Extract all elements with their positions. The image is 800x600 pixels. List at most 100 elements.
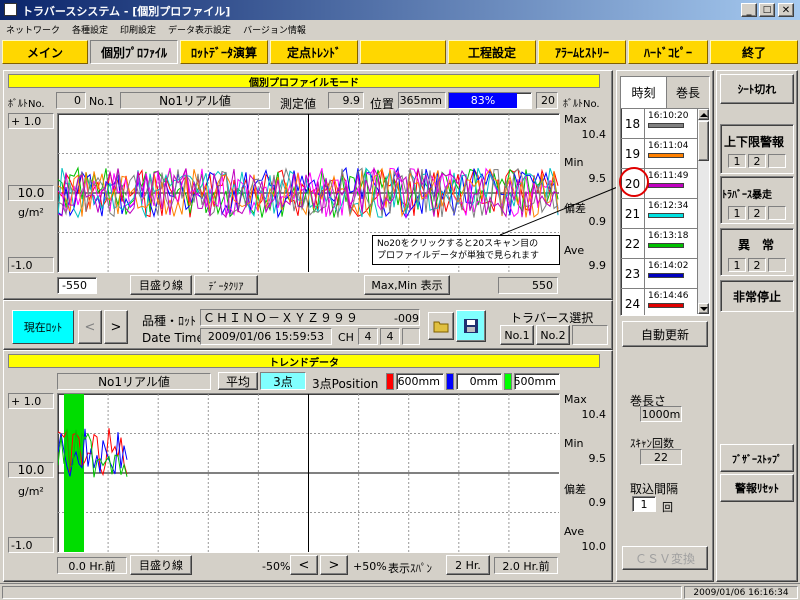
three-point-button[interactable]: 3点 <box>260 372 306 390</box>
auto-update-button[interactable]: 自動更新 <box>622 321 708 347</box>
interval-label: 取込間隔 <box>630 482 679 496</box>
scan-number: 24 <box>621 289 645 315</box>
bolt-left-value: 0 <box>56 92 86 109</box>
profile-scale-button[interactable]: 目盛り線 <box>130 275 192 295</box>
open-folder-button[interactable] <box>428 312 454 340</box>
trend-unit: g/m² <box>18 485 44 498</box>
trend-minus-label: -50% <box>262 560 291 573</box>
scan-20-highlight <box>619 167 649 197</box>
pos3-value[interactable]: 500mm <box>514 373 560 390</box>
nav-profile[interactable]: 個別ﾌﾟﾛﾌｧｲﾙ <box>90 40 178 64</box>
meas-label: 測定値 <box>280 97 317 111</box>
sheet-break-button[interactable]: ｼｰﾄ切れ <box>720 74 794 104</box>
runaway-label: ﾄﾗﾊﾞｰｽ暴走 <box>722 190 772 201</box>
traverse-no2-button[interactable]: No.2 <box>536 325 570 345</box>
scan-time: 16:14:46 <box>645 289 697 315</box>
menu-version[interactable]: バージョン情報 <box>243 23 306 36</box>
trend-current-band <box>64 394 84 552</box>
scan-scrollbar[interactable] <box>697 109 709 314</box>
three-point-position-label: 3点Position <box>312 377 379 391</box>
scroll-down-arrow[interactable] <box>698 303 709 314</box>
close-button[interactable]: ✕ <box>778 3 794 17</box>
trend-scale-button[interactable]: 目盛り線 <box>130 555 192 575</box>
scan-row[interactable]: 18 16:10:20 <box>621 109 697 139</box>
nav-exit[interactable]: 終了 <box>710 40 798 64</box>
current-lot-button[interactable]: 現在ﾛｯﾄ <box>12 310 74 344</box>
scan-row[interactable]: 23 16:14:02 <box>621 259 697 289</box>
product-label: 品種・ﾛｯﾄ <box>142 314 197 328</box>
app-icon <box>4 3 17 16</box>
runaway-2: 2 <box>748 206 766 220</box>
profile-unit: g/m² <box>18 206 44 219</box>
span-value-button[interactable]: 2 Hr. <box>446 555 490 575</box>
scan-number: 21 <box>621 199 645 228</box>
datetime-value: 2009/01/06 15:59:53 <box>200 328 332 345</box>
ch-value-3 <box>402 328 420 345</box>
minimize-button[interactable]: _ <box>741 3 757 17</box>
nav-blank[interactable] <box>360 40 446 64</box>
scan-time-text: 16:13:18 <box>648 231 689 241</box>
nav-lot-calc[interactable]: ﾛｯﾄﾃﾞｰﾀ演算 <box>180 40 268 64</box>
scroll-up-arrow[interactable] <box>698 109 709 120</box>
trend-right-button[interactable]: > <box>320 555 348 575</box>
menu-network[interactable]: ネットワーク <box>6 23 60 36</box>
limit-alarm-1: 1 <box>728 154 746 168</box>
status-datetime: 2009/01/06 16:16:34 <box>684 586 798 599</box>
nav-hardcopy[interactable]: ﾊｰﾄﾞｺﾋﾟｰ <box>628 40 708 64</box>
trend-left-button[interactable]: < <box>290 555 318 575</box>
scan-row[interactable]: 21 16:12:34 <box>621 199 697 229</box>
menu-print[interactable]: 印刷設定 <box>120 23 156 36</box>
next-lot-button[interactable]: > <box>104 310 128 344</box>
scroll-thumb[interactable] <box>698 121 709 161</box>
trend-x-right: 2.0 Hr.前 <box>494 557 558 574</box>
profile-min-label: Min <box>564 156 584 169</box>
bolt-left-label: ﾎﾞﾙﾄNo. <box>8 99 45 110</box>
interval-input[interactable]: 1 <box>632 496 656 512</box>
traverse-no1-button[interactable]: No.1 <box>500 325 534 345</box>
tab-time[interactable]: 時刻 <box>621 77 667 108</box>
traverse-select-label: トラバース選択 <box>510 311 594 325</box>
pos-label: 位置 <box>370 97 395 111</box>
interval-unit: 回 <box>662 501 673 514</box>
alarm-reset-button[interactable]: 警報ﾘｾｯﾄ <box>720 474 794 502</box>
average-button[interactable]: 平均 <box>218 372 258 390</box>
pos2-value[interactable]: 0mm <box>456 373 502 390</box>
save-button[interactable] <box>456 310 486 342</box>
menu-settings[interactable]: 各種設定 <box>72 23 108 36</box>
product-value: ＣＨＩＮＯ－ＸＹＺ９９９ <box>200 309 420 326</box>
prev-lot-button[interactable]: < <box>78 310 102 344</box>
trend-channel-name: No1リアル値 <box>57 373 211 390</box>
bolt-right-label: ﾎﾞﾙﾄNo. <box>563 99 600 110</box>
abnormal-2: 2 <box>748 258 766 272</box>
pos1-value[interactable]: -600mm <box>396 373 444 390</box>
nav-process-setup[interactable]: 工程設定 <box>448 40 536 64</box>
meas-value: 9.9 <box>328 92 364 109</box>
scan-time: 16:12:34 <box>645 199 697 228</box>
folder-icon <box>433 321 449 333</box>
nav-main[interactable]: メイン <box>2 40 88 64</box>
scan-row[interactable]: 22 16:13:18 <box>621 229 697 259</box>
csv-convert-button[interactable]: ＣＳＶ変換 <box>622 546 708 570</box>
scan-progress-text: 83% <box>470 94 496 107</box>
data-clear-button[interactable]: ﾃﾞｰﾀｸﾘｱ <box>194 275 258 295</box>
nav-alarm-history[interactable]: ｱﾗｰﾑﾋｽﾄﾘｰ <box>538 40 626 64</box>
abnormal-1: 1 <box>728 258 746 272</box>
trend-max-value: 10.4 <box>581 407 607 421</box>
scan-color-swatch <box>648 183 684 188</box>
scan-time: 16:13:18 <box>645 229 697 258</box>
nav-fixed-trend[interactable]: 定点ﾄﾚﾝﾄﾞ <box>270 40 358 64</box>
trend-y-mid: 10.0 <box>8 462 54 478</box>
scan-number: 23 <box>621 259 645 288</box>
trend-x-left: 0.0 Hr.前 <box>57 557 127 574</box>
trend-chart[interactable] <box>57 393 560 553</box>
tab-length[interactable]: 巻長 <box>667 77 709 108</box>
menu-display[interactable]: データ表示設定 <box>168 23 231 36</box>
maxmin-display-button[interactable]: Max,Min 表示 <box>364 275 450 295</box>
scan-row[interactable]: 19 16:11:04 <box>621 139 697 169</box>
profile-x-left: -550 <box>57 277 97 294</box>
buzzer-stop-button[interactable]: ﾌﾞｻﾞｰｽﾄｯﾌﾟ <box>720 444 794 472</box>
no-label: No.1 <box>89 95 115 108</box>
scan-row[interactable]: 24 16:14:46 <box>621 289 697 315</box>
profile-channel-name: No1リアル値 <box>120 92 270 109</box>
maximize-button[interactable]: □ <box>759 3 775 17</box>
